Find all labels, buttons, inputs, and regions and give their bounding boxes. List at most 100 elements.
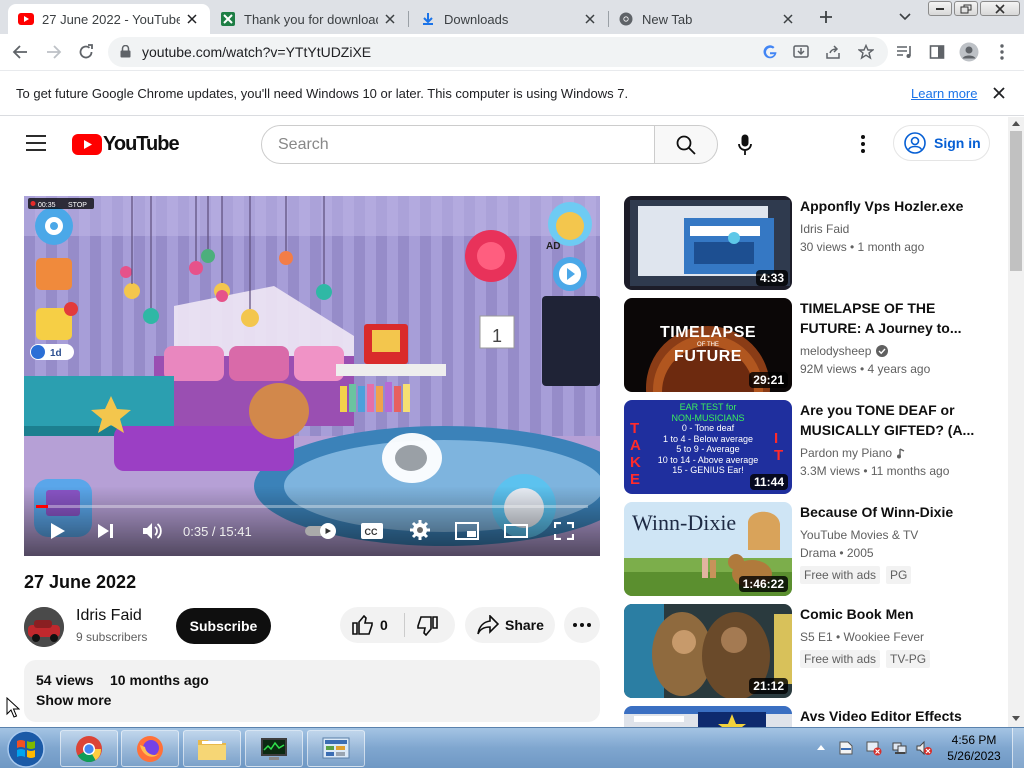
chrome-menu-icon[interactable] [990,40,1014,64]
close-tab-icon[interactable] [382,11,398,27]
show-hidden-icons[interactable] [817,744,825,750]
video-thumbnail[interactable]: TIMELAPSE OF THE FUTURE 29:21 [624,298,792,392]
recommended-video[interactable]: TIMELAPSE OF THE FUTURE 29:21 TIMELAPSE … [624,298,1008,392]
video-thumbnail[interactable] [624,706,792,727]
taskbar-control-panel[interactable] [307,730,365,767]
video-meta: Drama • 2005 [800,546,874,560]
subscribe-button[interactable]: Subscribe [176,608,271,644]
scroll-down-arrow-icon[interactable] [1012,716,1020,722]
play-icon[interactable] [50,522,66,540]
new-tab-plus-icon[interactable] [814,5,838,29]
youtube-logo[interactable]: YouTube [72,133,180,156]
channel-name[interactable]: Pardon my Piano [800,446,892,460]
video-player[interactable]: 1 1d AD 00:35 STOP 0:35 / 15:41 CC [24,196,600,556]
theater-mode-icon[interactable] [504,522,528,540]
video-thumbnail[interactable]: EAR TEST for NON-MUSICIANS 0 - Tone deaf… [624,400,792,494]
channel-avatar[interactable] [24,607,64,647]
video-title[interactable]: Because Of Winn-Dixie [800,502,1000,522]
taskbar-chrome[interactable] [60,730,118,767]
video-thumbnail[interactable]: Winn-Dixie 1:46:22 [624,502,792,596]
google-translate-icon[interactable] [762,44,778,60]
tab-thank-you[interactable]: Thank you for downloading [210,4,408,34]
close-infobar-icon[interactable] [993,87,1005,99]
video-title[interactable]: Avs Video Editor Effects [800,706,1000,726]
scroll-up-arrow-icon[interactable] [1012,120,1020,126]
channel-name[interactable]: Idris Faid [800,222,849,236]
restore-button[interactable] [954,1,978,16]
tab-new-tab[interactable]: New Tab [608,4,806,34]
fullscreen-icon[interactable] [554,522,574,540]
channel-name[interactable]: S5 E1 • Wookiee Fever [800,630,924,644]
recommended-video[interactable]: 4:33 Apponfly Vps Hozler.exe Idris Faid … [624,196,1008,290]
close-tab-icon[interactable] [582,11,598,27]
clock-time: 4:56 PM [951,733,997,747]
recommended-video[interactable]: 21:12 Comic Book Men S5 E1 • Wookiee Fev… [624,604,1008,698]
media-control-icon[interactable] [893,40,917,64]
description-box[interactable]: 54 views 10 months ago Show more [24,660,600,722]
network-icon[interactable] [892,740,908,756]
scrollbar-thumb[interactable] [1010,131,1022,271]
recommended-video[interactable]: EAR TEST for NON-MUSICIANS 0 - Tone deaf… [624,400,1008,494]
start-button[interactable] [4,729,48,769]
dislike-button[interactable] [416,616,438,636]
back-arrow-icon[interactable] [8,40,32,64]
volume-icon[interactable] [142,522,164,540]
share-button[interactable]: Share [465,607,555,643]
close-window-button[interactable] [980,1,1020,16]
microphone-icon[interactable] [738,134,752,156]
video-title[interactable]: Apponfly Vps Hozler.exe [800,196,1000,216]
learn-more-link[interactable]: Learn more [911,86,977,101]
video-title[interactable]: TIMELAPSE OF THE FUTURE: A Journey to... [800,298,1000,338]
sign-in-button[interactable]: Sign in [893,125,990,161]
search-button[interactable] [654,125,718,164]
minimize-button[interactable] [928,1,952,16]
taskbar-task-manager[interactable] [245,730,303,767]
taskbar-firefox[interactable] [121,730,179,767]
channel-name[interactable]: melodysheep [800,344,871,358]
channel-name[interactable]: Idris Faid [76,607,142,625]
show-more-button[interactable]: Show more [36,692,111,708]
autoplay-toggle-icon[interactable] [304,523,338,539]
address-bar[interactable]: youtube.com/watch?v=YTtYtUDZiXE [108,37,888,67]
tab-downloads[interactable]: Downloads [410,4,608,34]
taskbar-explorer[interactable] [183,730,241,767]
side-panel-icon[interactable] [925,40,949,64]
miniplayer-icon[interactable] [455,522,479,540]
reload-icon[interactable] [74,40,98,64]
channel-name[interactable]: YouTube Movies & TV [800,528,918,542]
verified-check-icon [876,345,889,357]
profile-avatar-icon[interactable] [957,40,981,64]
subtitles-icon[interactable]: CC [360,522,384,540]
view-count: 54 views [36,672,94,688]
network-warning-icon[interactable] [866,740,882,756]
recommended-video[interactable]: Avs Video Editor Effects [624,706,1008,727]
settings-gear-icon[interactable] [410,520,430,540]
share-page-icon[interactable] [825,44,841,60]
mouse-cursor-icon [6,697,20,719]
like-button[interactable] [352,615,374,635]
more-actions-button[interactable] [564,607,600,643]
recommended-video[interactable]: Winn-Dixie 1:46:22 Because Of Winn-Dixie… [624,502,1008,596]
hamburger-menu-icon[interactable] [26,135,46,151]
volume-muted-icon[interactable] [916,740,932,756]
search-input[interactable]: Search [261,125,655,164]
lock-icon[interactable] [120,45,131,58]
tab-search-chevron-icon[interactable] [893,5,917,29]
page-scrollbar[interactable] [1008,117,1024,727]
next-video-icon[interactable] [97,523,115,539]
bookmark-star-icon[interactable] [858,44,874,60]
tab-youtube[interactable]: 27 June 2022 - YouTube [8,4,210,34]
video-thumbnail[interactable]: 4:33 [624,196,792,290]
install-app-icon[interactable] [793,44,809,60]
video-title[interactable]: Are you TONE DEAF or MUSICALLY GIFTED? (… [800,400,1000,440]
forward-arrow-icon[interactable] [42,40,66,64]
close-tab-icon[interactable] [184,11,200,27]
system-clock[interactable]: 4:56 PM 5/26/2023 [944,732,1004,764]
settings-more-icon[interactable] [861,135,865,153]
video-thumbnail[interactable]: 21:12 [624,604,792,698]
close-tab-icon[interactable] [780,11,796,27]
action-center-icon[interactable] [838,740,854,756]
progress-bar[interactable] [36,505,588,508]
show-desktop-button[interactable] [1012,728,1024,769]
video-title[interactable]: Comic Book Men [800,604,1000,624]
